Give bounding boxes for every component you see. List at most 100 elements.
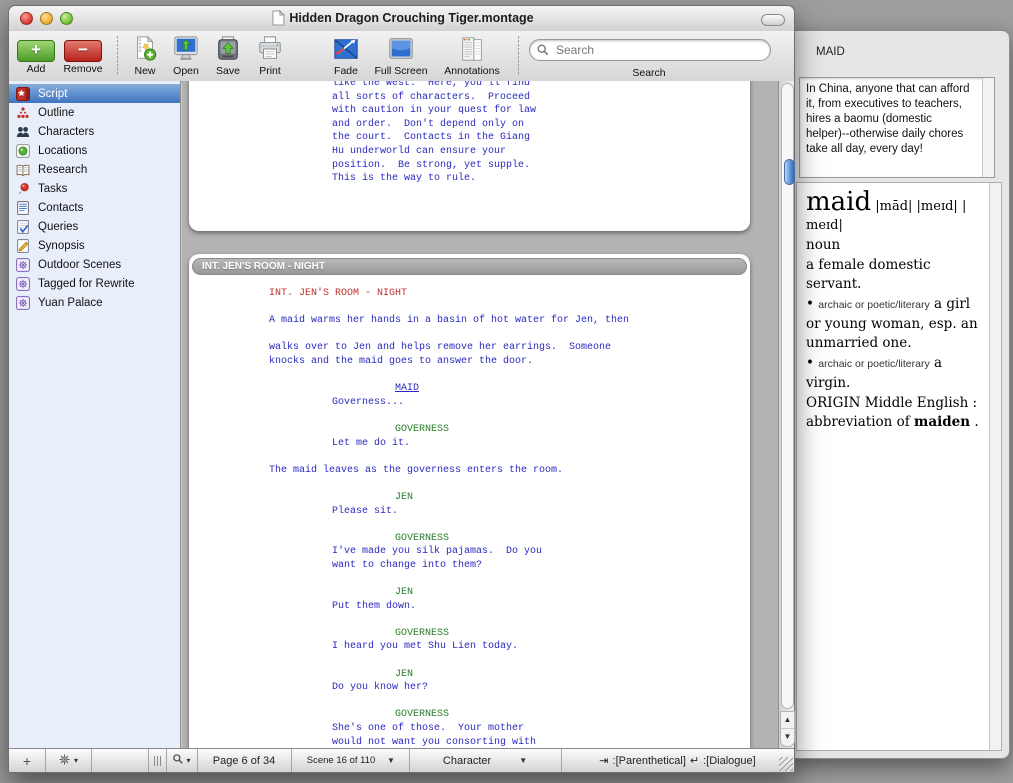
fullscreen-button-label: Full Screen [364, 65, 438, 77]
search-input[interactable] [554, 41, 763, 59]
sidebar-item-outdoor-scenes[interactable]: Outdoor Scenes [9, 255, 180, 274]
scroll-up-arrow[interactable]: ▲ [781, 712, 794, 729]
zoom-button[interactable] [60, 12, 73, 25]
statusbar-spacer [91, 749, 149, 772]
add-scene-button[interactable]: + [9, 749, 46, 772]
dictionary-text-register: archaic or poetic/literary [818, 358, 929, 370]
dictionary-text-serif-bold: maiden [914, 414, 970, 430]
note-box[interactable]: In China, anyone that can afford it, fro… [799, 77, 995, 178]
dropdown-arrow-icon: ▼ [387, 756, 395, 765]
dictionary-text-serif: noun [806, 237, 840, 253]
drag-handle-icon[interactable] [148, 749, 167, 772]
remove-button[interactable]: − Remove [57, 34, 109, 80]
titlebar[interactable]: Hidden Dragon Crouching Tiger.montage [9, 6, 794, 32]
save-button[interactable]: Save [208, 34, 248, 80]
sidebar-list: Script Outline Characters Locations Research… [9, 81, 181, 749]
note-scrollbar[interactable] [982, 78, 994, 177]
annotations-button[interactable]: Annotations [432, 34, 512, 80]
sidebar-item-research[interactable]: Research [9, 160, 180, 179]
script-line-dialogue: position. Be strong, yet supple. [332, 159, 750, 173]
scene-header-banner[interactable]: INT. JEN'S ROOM - NIGHT [192, 258, 747, 275]
research-icon [16, 163, 30, 177]
script-page[interactable]: like the West. Here, you'll findall sort… [189, 81, 750, 231]
sidebar-item-script[interactable]: Script [9, 84, 180, 103]
sidebar-item-label: Script [38, 88, 67, 100]
script-icon [16, 87, 30, 101]
script-line-dialogue: the court. Contacts in the Giang [332, 131, 750, 145]
print-button[interactable]: Print [248, 34, 292, 80]
script-line-dialogue: Let me do it. [332, 437, 750, 451]
sidebar-item-outline[interactable]: Outline [9, 103, 180, 122]
search-label: Search [529, 67, 769, 79]
script-line-blank [189, 613, 750, 627]
dictionary-line: a female domestic servant. [806, 256, 984, 294]
sidebar-item-label: Synopsis [38, 240, 85, 252]
shortcut-hints: ⇥:[Parenthetical] ↵:[Dialogue] [561, 749, 794, 772]
sidebar-item-label: Research [38, 164, 87, 176]
resize-grip[interactable] [779, 757, 793, 771]
script-line-character: JEN [395, 668, 750, 682]
action-menu-button[interactable]: ▾ [45, 749, 92, 772]
vertical-scrollbar[interactable]: ▲ ▼ [778, 81, 794, 749]
sidebar-item-synopsis[interactable]: Synopsis [9, 236, 180, 255]
scroll-down-arrow[interactable]: ▼ [781, 729, 794, 745]
script-line-dialogue: Do you know her? [332, 681, 750, 695]
sidebar-item-tagged-for-rewrite[interactable]: Tagged for Rewrite [9, 274, 180, 293]
element-selector[interactable]: Character ▼ [409, 749, 562, 772]
sidebar-item-label: Yuan Palace [38, 297, 103, 309]
print-icon [248, 34, 292, 64]
fullscreen-button[interactable]: Full Screen [364, 34, 438, 80]
sidebar-item-locations[interactable]: Locations [9, 141, 180, 160]
script-line-dialogue: want to change into them? [332, 559, 750, 573]
sidebar-item-contacts[interactable]: Contacts [9, 198, 180, 217]
scene-selector[interactable]: Scene 16 of 110 ▼ [291, 749, 410, 772]
sidebar-item-tasks[interactable]: Tasks [9, 179, 180, 198]
toolbar-toggle-button[interactable] [761, 14, 785, 26]
scene-selector-label: Scene 16 of 110 [305, 756, 377, 766]
sidebar-item-label: Tagged for Rewrite [38, 278, 135, 290]
script-line-blank [189, 328, 750, 342]
queries-icon [16, 220, 30, 234]
toolbar-separator [518, 36, 519, 76]
add-button[interactable]: + Add [14, 34, 58, 80]
minimize-button[interactable] [40, 12, 53, 25]
script-line-blank [189, 301, 750, 315]
script-line-dialogue: I've made you silk pajamas. Do you [332, 545, 750, 559]
dictionary-text-serif: . [970, 414, 979, 430]
script-line-character: GOVERNESS [395, 423, 750, 437]
script-editor[interactable]: like the West. Here, you'll findall sort… [182, 81, 778, 749]
open-button-label: Open [164, 65, 208, 77]
dictionary-scrollbar[interactable] [989, 183, 1001, 750]
script-page[interactable]: INT. JEN'S ROOM - NIGHT INT. JEN'S ROOM … [189, 254, 750, 749]
scrollbar-track[interactable] [781, 83, 794, 709]
page-indicator: Page 6 of 34 [197, 749, 292, 772]
panel-title: MAID [816, 46, 845, 58]
new-button[interactable]: New [125, 34, 165, 80]
dictionary-text-serif: a female domestic servant. [806, 257, 931, 292]
synopsis-icon [16, 239, 30, 253]
script-line-dialogue: Please sit. [332, 505, 750, 519]
fade-button[interactable]: Fade [324, 34, 368, 80]
close-button[interactable] [20, 12, 33, 25]
script-line-action: A maid warms her hands in a basin of hot… [269, 314, 750, 328]
page-indicator-label: Page 6 of 34 [213, 755, 275, 767]
script-line-blank [189, 369, 750, 383]
sidebar-item-characters[interactable]: Characters [9, 122, 180, 141]
sidebar-item-label: Tasks [38, 183, 67, 195]
sidebar-item-queries[interactable]: Queries [9, 217, 180, 236]
open-button[interactable]: Open [164, 34, 208, 80]
print-button-label: Print [248, 65, 292, 77]
script-line-blank [189, 654, 750, 668]
sidebar-item-label: Characters [38, 126, 94, 138]
script-line-slug: INT. JEN'S ROOM - NIGHT [269, 287, 750, 301]
scrollbar-thumb[interactable] [784, 159, 795, 185]
sidebar-item-yuan-palace[interactable]: Yuan Palace [9, 293, 180, 312]
script-line-blank [189, 409, 750, 423]
zoom-menu-button[interactable]: ▾ [166, 749, 198, 772]
locations-icon [16, 144, 30, 158]
dropdown-arrow-icon: ▼ [519, 756, 527, 765]
search-field[interactable] [529, 39, 771, 61]
contacts-icon [16, 201, 30, 215]
script-line-dialogue: Hu underworld can ensure your [332, 145, 750, 159]
window-title: Hidden Dragon Crouching Tiger.montage [289, 11, 533, 25]
